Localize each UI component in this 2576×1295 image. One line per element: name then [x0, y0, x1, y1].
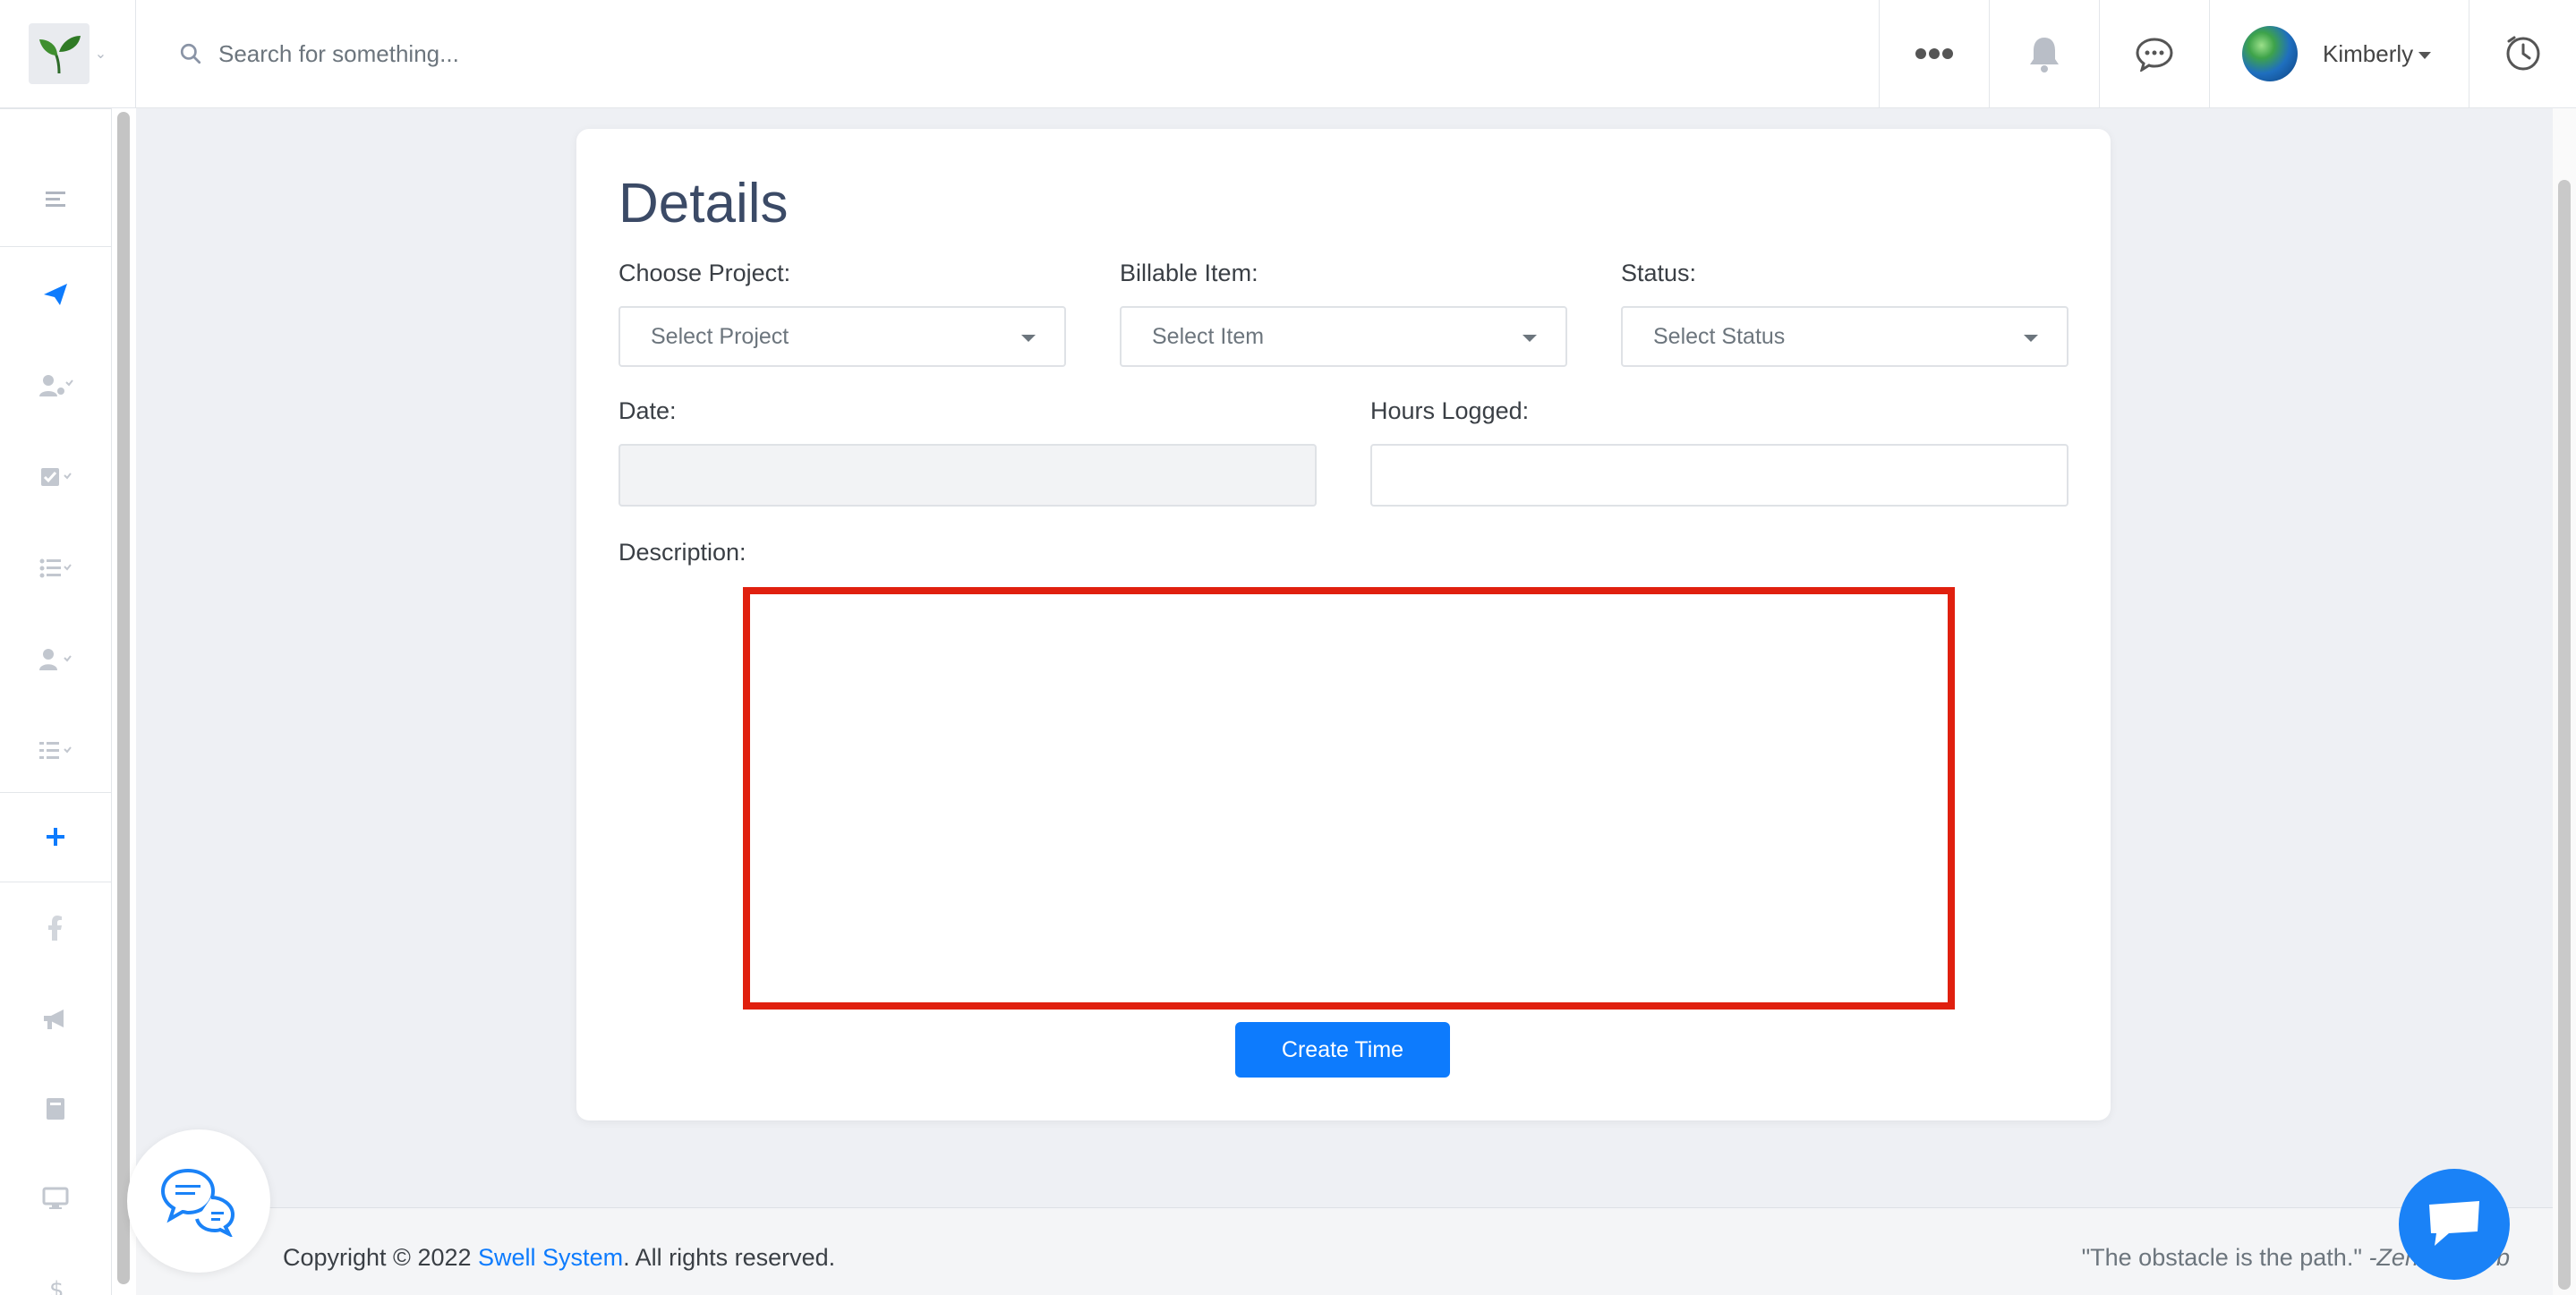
page-scrollbar[interactable] [2553, 108, 2576, 1295]
sidebar-item-contacts[interactable] [0, 633, 111, 686]
user-menu[interactable]: Kimberly [2209, 0, 2469, 107]
top-bar: ⌄ Search for something... Kimberly [0, 0, 2576, 108]
checkbox-icon [41, 468, 72, 486]
description-editor[interactable] [743, 587, 1955, 1010]
speech-bubble-icon [2429, 1201, 2479, 1246]
sidebar-divider [0, 246, 111, 247]
hours-logged-field[interactable] [1370, 444, 2068, 507]
choose-project-label: Choose Project: [618, 260, 791, 286]
sidebar-scrollbar-thumb[interactable] [117, 112, 130, 1284]
more-options-button[interactable] [1879, 0, 1989, 107]
sidebar: $ [0, 108, 111, 1295]
sidebar-add-button[interactable] [0, 810, 111, 864]
paper-plane-icon [44, 284, 67, 305]
status-label: Status: [1621, 260, 1697, 286]
facebook-icon [48, 916, 62, 941]
chat-bubbles-icon [160, 1168, 235, 1237]
company-link[interactable]: Swell System [478, 1244, 623, 1271]
chat-bubble-icon [2136, 38, 2173, 72]
sprout-logo-icon [28, 23, 90, 84]
search-input[interactable] [218, 39, 1471, 68]
sidebar-scrollbar[interactable] [111, 108, 136, 1295]
menu-lines-icon [46, 192, 65, 207]
caret-down-icon [2024, 335, 2038, 342]
copyright-suffix: . All rights reserved. [623, 1244, 836, 1271]
messages-button[interactable] [2099, 0, 2209, 107]
project-select-value: Select Project [651, 323, 789, 349]
sidebar-item-docs[interactable] [0, 1082, 111, 1136]
description-label: Description: [618, 539, 746, 566]
page-scrollbar-thumb[interactable] [2558, 180, 2571, 1290]
dollar-icon: $ [49, 1277, 64, 1295]
timer-button[interactable] [2469, 0, 2576, 107]
sidebar-item-tasks[interactable] [0, 450, 111, 504]
megaphone-icon [44, 1010, 64, 1029]
timer-icon [2506, 36, 2539, 71]
notifications-button[interactable] [1989, 0, 2099, 107]
monitor-icon [42, 1187, 69, 1209]
user-name: Kimberly [2323, 40, 2432, 68]
sidebar-toggle[interactable] [0, 173, 111, 226]
sidebar-item-lists[interactable] [0, 541, 111, 595]
messenger-button[interactable] [2399, 1169, 2510, 1280]
avatar [2242, 26, 2298, 81]
plus-icon [47, 828, 64, 846]
status-select[interactable]: Select Status [1621, 306, 2068, 367]
details-card: Details Choose Project: Select Project B… [576, 129, 2111, 1120]
billable-item-select[interactable]: Select Item [1120, 306, 1567, 367]
more-dots-icon [1915, 48, 1953, 59]
sidebar-item-send[interactable] [0, 268, 111, 321]
search-icon [180, 43, 201, 64]
hours-logged-label: Hours Logged: [1370, 397, 1530, 424]
chevron-down-icon: ⌄ [94, 47, 107, 62]
user-gear-icon [39, 375, 73, 396]
copyright-text: Copyright © 2022 Swell System. All right… [283, 1244, 835, 1272]
checklist-icon [39, 742, 72, 759]
sidebar-item-user-settings[interactable] [0, 359, 111, 413]
bell-icon [2030, 38, 2059, 72]
user-icon [39, 649, 72, 670]
status-select-value: Select Status [1653, 323, 1786, 349]
support-chat-button[interactable] [127, 1129, 270, 1273]
billable-item-select-value: Select Item [1152, 323, 1265, 349]
sidebar-item-facebook[interactable] [0, 901, 111, 955]
caret-down-icon [2418, 51, 2432, 59]
billable-item-label: Billable Item: [1120, 260, 1258, 286]
caret-down-icon [1523, 335, 1537, 342]
copyright-prefix: Copyright © 2022 [283, 1244, 472, 1271]
project-select[interactable]: Select Project [618, 306, 1066, 367]
caret-down-icon [1021, 335, 1036, 342]
sidebar-divider [0, 792, 111, 793]
date-field[interactable] [618, 444, 1317, 507]
search-bar [136, 0, 1879, 107]
create-time-button[interactable]: Create Time [1235, 1022, 1450, 1078]
sidebar-item-checklists[interactable] [0, 724, 111, 778]
svg-text:$: $ [49, 1277, 64, 1295]
page-title: Details [618, 173, 789, 234]
sidebar-item-billing[interactable]: $ [0, 1263, 111, 1295]
list-icon [39, 558, 72, 578]
app-root: ⌄ Search for something... Kimberly $ Det… [0, 0, 2576, 1295]
book-icon [47, 1098, 64, 1120]
sidebar-divider [0, 108, 111, 109]
footer: Copyright © 2022 Swell System. All right… [136, 1207, 2553, 1295]
date-label: Date: [618, 397, 677, 424]
quote-text: "The obstacle is the path." [2081, 1244, 2362, 1271]
sidebar-item-desktop[interactable] [0, 1171, 111, 1225]
brand-menu[interactable]: ⌄ [0, 0, 136, 107]
sidebar-item-campaigns[interactable] [0, 993, 111, 1046]
